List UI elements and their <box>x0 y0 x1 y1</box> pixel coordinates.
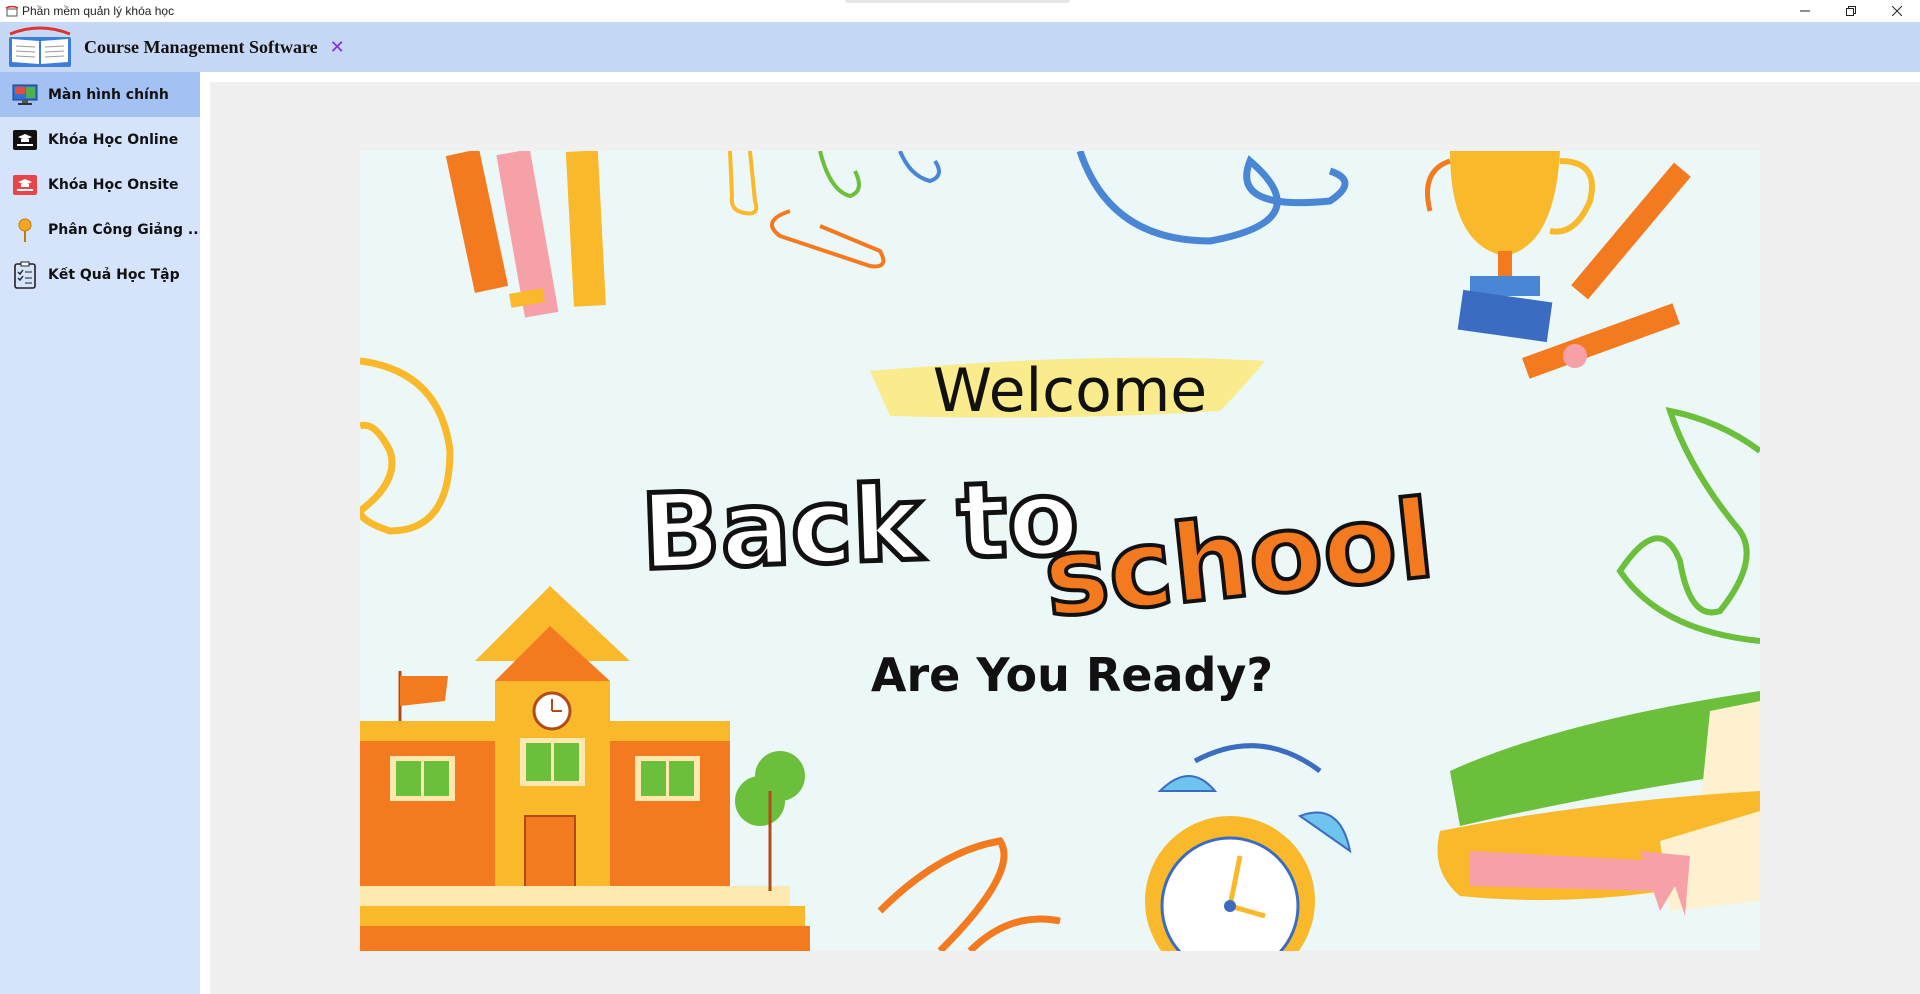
trophy-illustration <box>1425 151 1595 343</box>
sidebar: Màn hình chính Khóa Học Online Khóa Học … <box>0 72 200 994</box>
main-content: Welcome Back to school Are You Ready? <box>200 72 1920 994</box>
sidebar-item-online-courses[interactable]: Khóa Học Online <box>0 117 200 162</box>
open-book-logo-icon <box>6 24 74 70</box>
close-window-button[interactable] <box>1874 0 1920 22</box>
sidebar-item-teaching-assignment[interactable]: Phân Công Giảng ... <box>0 207 200 252</box>
minimize-button[interactable] <box>1782 0 1828 22</box>
back-to-text: Back to <box>639 456 1081 593</box>
graduation-online-icon <box>12 127 38 153</box>
welcome-banner-image: Welcome Back to school Are You Ready? <box>360 151 1760 951</box>
welcome-text: Welcome <box>933 356 1207 426</box>
drag-handle[interactable] <box>845 0 1070 3</box>
sidebar-item-label: Khóa Học Online <box>48 131 179 148</box>
school-building-illustration <box>360 586 810 951</box>
app-name: Course Management Software <box>84 36 318 57</box>
school-text: school <box>1038 477 1440 642</box>
books-illustration <box>1437 691 1760 916</box>
monitor-icon <box>12 82 38 108</box>
sidebar-item-label: Khóa Học Onsite <box>48 176 179 193</box>
ready-text: Are You Ready? <box>871 648 1273 702</box>
orange-scribble <box>877 837 1061 951</box>
window-titlebar: Phần mềm quản lý khóa học <box>0 0 1920 22</box>
close-icon[interactable]: ✕ <box>330 37 345 58</box>
maximize-button[interactable] <box>1828 0 1874 22</box>
app-book-icon <box>4 3 20 19</box>
blue-scribble <box>1076 151 1349 245</box>
sidebar-item-label: Màn hình chính <box>48 86 169 103</box>
yellow-loop <box>360 357 454 535</box>
green-scribble <box>1616 407 1760 644</box>
paperclips-illustration <box>728 151 941 269</box>
sidebar-item-home[interactable]: Màn hình chính <box>0 72 200 117</box>
sidebar-item-label: Phân Công Giảng ... <box>48 221 200 238</box>
app-header: Course Management Software ✕ <box>0 22 1920 72</box>
sidebar-item-learning-results[interactable]: Kết Quả Học Tập <box>0 252 200 297</box>
content-panel: Welcome Back to school Are You Ready? <box>210 82 1920 994</box>
pushpin-icon <box>12 217 38 243</box>
clipboard-check-icon <box>12 261 38 289</box>
graduation-onsite-icon <box>12 172 38 198</box>
alarm-clock-illustration <box>1145 743 1352 951</box>
markers-illustration <box>445 151 606 318</box>
sidebar-item-onsite-courses[interactable]: Khóa Học Onsite <box>0 162 200 207</box>
sidebar-item-label: Kết Quả Học Tập <box>48 266 180 283</box>
window-title: Phần mềm quản lý khóa học <box>22 4 175 18</box>
